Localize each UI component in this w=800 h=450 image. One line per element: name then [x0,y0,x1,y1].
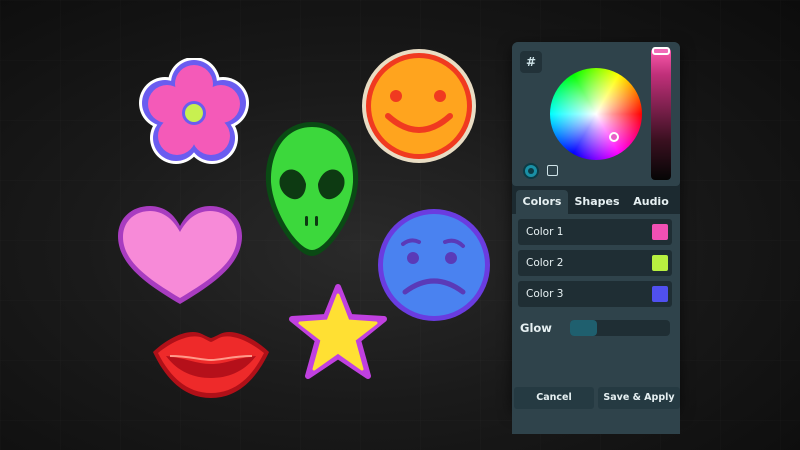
color-swatch-2[interactable] [652,255,668,271]
color-row-label: Color 3 [526,288,564,300]
color-wheel[interactable] [550,68,642,160]
tab-colors[interactable]: Colors [516,190,568,214]
color-swatch-1[interactable] [652,224,668,240]
cancel-button[interactable]: Cancel [514,387,594,409]
brightness-slider[interactable] [651,48,671,180]
save-apply-button[interactable]: Save & Apply [598,387,680,409]
color-row-2[interactable]: Color 2 [518,250,672,276]
sad-face-sticker[interactable] [377,208,491,322]
tab-shapes[interactable]: Shapes [570,190,624,214]
brightness-slider-handle[interactable] [652,47,670,55]
flower-sticker[interactable] [132,58,256,168]
square-mode-icon[interactable] [547,165,558,176]
customization-panel: # Colors Shapes Audio Color 1 Color 2 Co… [512,42,680,434]
star-sticker[interactable] [288,284,388,382]
tab-audio[interactable]: Audio [626,190,676,214]
color-swatch-3[interactable] [652,286,668,302]
panel-tabs: Colors Shapes Audio [512,190,680,214]
hash-icon: # [525,55,537,69]
heart-sticker[interactable] [116,204,244,308]
color-row-label: Color 2 [526,257,564,269]
color-row-1[interactable]: Color 1 [518,219,672,245]
glow-label: Glow [520,321,552,335]
alien-sticker[interactable] [262,120,362,260]
glow-slider-fill [570,320,597,336]
lips-sticker[interactable] [150,326,272,402]
glow-slider[interactable] [570,320,670,336]
hex-input-button[interactable]: # [520,51,542,73]
color-wheel-handle[interactable] [609,132,619,142]
color-picker: # [512,42,680,186]
smiley-sticker[interactable] [360,48,478,164]
circle-mode-icon[interactable] [523,163,539,179]
color-row-3[interactable]: Color 3 [518,281,672,307]
sticker-canvas [0,0,500,450]
color-row-label: Color 1 [526,226,564,238]
